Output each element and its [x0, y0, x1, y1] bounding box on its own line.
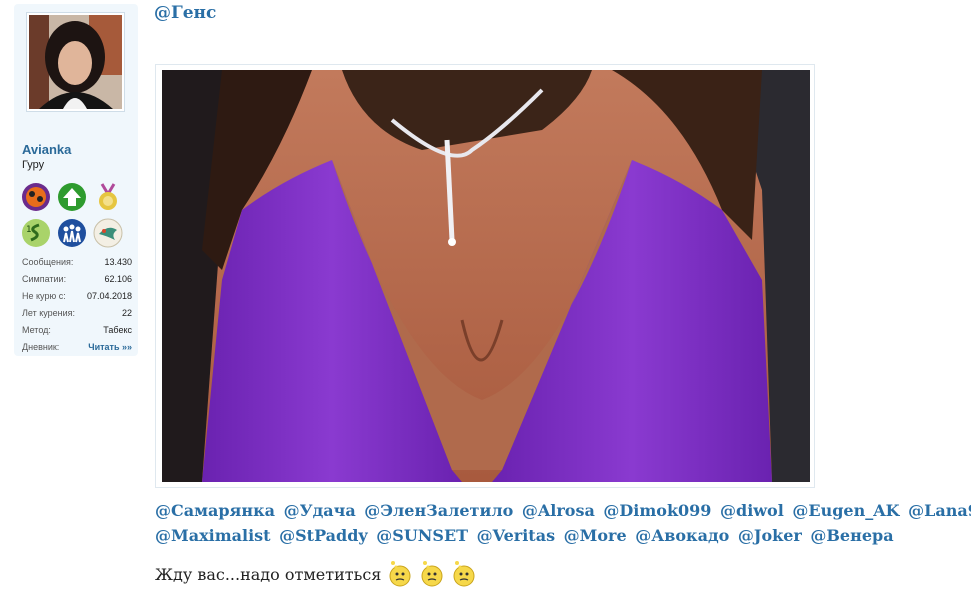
svg-text:1: 1 — [26, 225, 32, 235]
mention-link[interactable]: @SUNSET — [376, 526, 468, 545]
mention-link[interactable]: @Генс — [154, 3, 216, 23]
stat-likes: Симпатии: 62.106 — [22, 274, 132, 284]
mention-link[interactable]: @Eugen_AK — [792, 501, 899, 520]
mentions-block: @Самарянка @Удача @ЭленЗалетило @Alrosa … — [155, 498, 971, 548]
mention-link[interactable]: @diwol — [720, 501, 784, 520]
dance-trophy-icon[interactable] — [21, 182, 51, 212]
mention-link[interactable]: @Авокадо — [635, 526, 729, 545]
post-photo — [162, 70, 810, 482]
people-trophy-icon[interactable] — [57, 218, 87, 248]
mention-link[interactable]: @Alrosa — [522, 501, 595, 520]
stat-quit-date: Не курю с: 07.04.2018 — [22, 291, 132, 301]
mention-link[interactable]: @Венера — [810, 526, 893, 545]
closing-text: Жду вас...надо отметиться — [155, 564, 382, 584]
user-rank-title: Гуру — [22, 159, 45, 171]
arrow-up-trophy-icon[interactable] — [57, 182, 87, 212]
mentions-line-1: @Самарянка @Удача @ЭленЗалетило @Alrosa … — [155, 498, 971, 523]
snake-trophy-icon[interactable]: 1 — [21, 218, 51, 248]
avatar[interactable] — [26, 12, 125, 112]
thinking-smiley-icon — [421, 561, 443, 587]
bird-trophy-icon[interactable] — [93, 218, 123, 248]
mentions-line-2: @Maximalist @StPaddy @SUNSET @Veritas @M… — [155, 523, 965, 548]
mention-link[interactable]: @Joker — [738, 526, 802, 545]
mention-link[interactable]: @Удача — [284, 501, 356, 520]
mention-link[interactable]: @Самарянка — [155, 501, 275, 520]
mention-link[interactable]: @More — [564, 526, 627, 545]
mention-link[interactable]: @StPaddy — [279, 526, 368, 545]
closing-line: Жду вас...надо отметиться — [155, 559, 477, 589]
user-info-panel: Avianka Гуру 1 Сообщения: 13.430 Симпати… — [14, 4, 138, 356]
mention-link[interactable]: @Dimok099 — [603, 501, 711, 520]
mention-link[interactable]: @Maximalist — [155, 526, 271, 545]
thinking-smiley-icon — [453, 561, 475, 587]
stat-diary: Дневник: Читать »» — [22, 339, 132, 356]
diary-read-link[interactable]: Читать »» — [88, 339, 132, 356]
user-stats: Сообщения: 13.430 Симпатии: 62.106 Не ку… — [22, 254, 132, 356]
mention-link[interactable]: @Lana9220 — [908, 501, 971, 520]
mention-link[interactable]: @Veritas — [477, 526, 555, 545]
mention-link[interactable]: @ЭленЗалетило — [364, 501, 513, 520]
medal-trophy-icon[interactable] — [93, 182, 123, 212]
stat-messages: Сообщения: 13.430 — [22, 257, 132, 267]
thinking-smiley-icon — [389, 561, 411, 587]
post-image[interactable] — [155, 64, 815, 488]
stat-method: Метод: Табекс — [22, 325, 132, 335]
stat-smoking-years: Лет курения: 22 — [22, 308, 132, 318]
username-link[interactable]: Avianka — [22, 142, 71, 157]
